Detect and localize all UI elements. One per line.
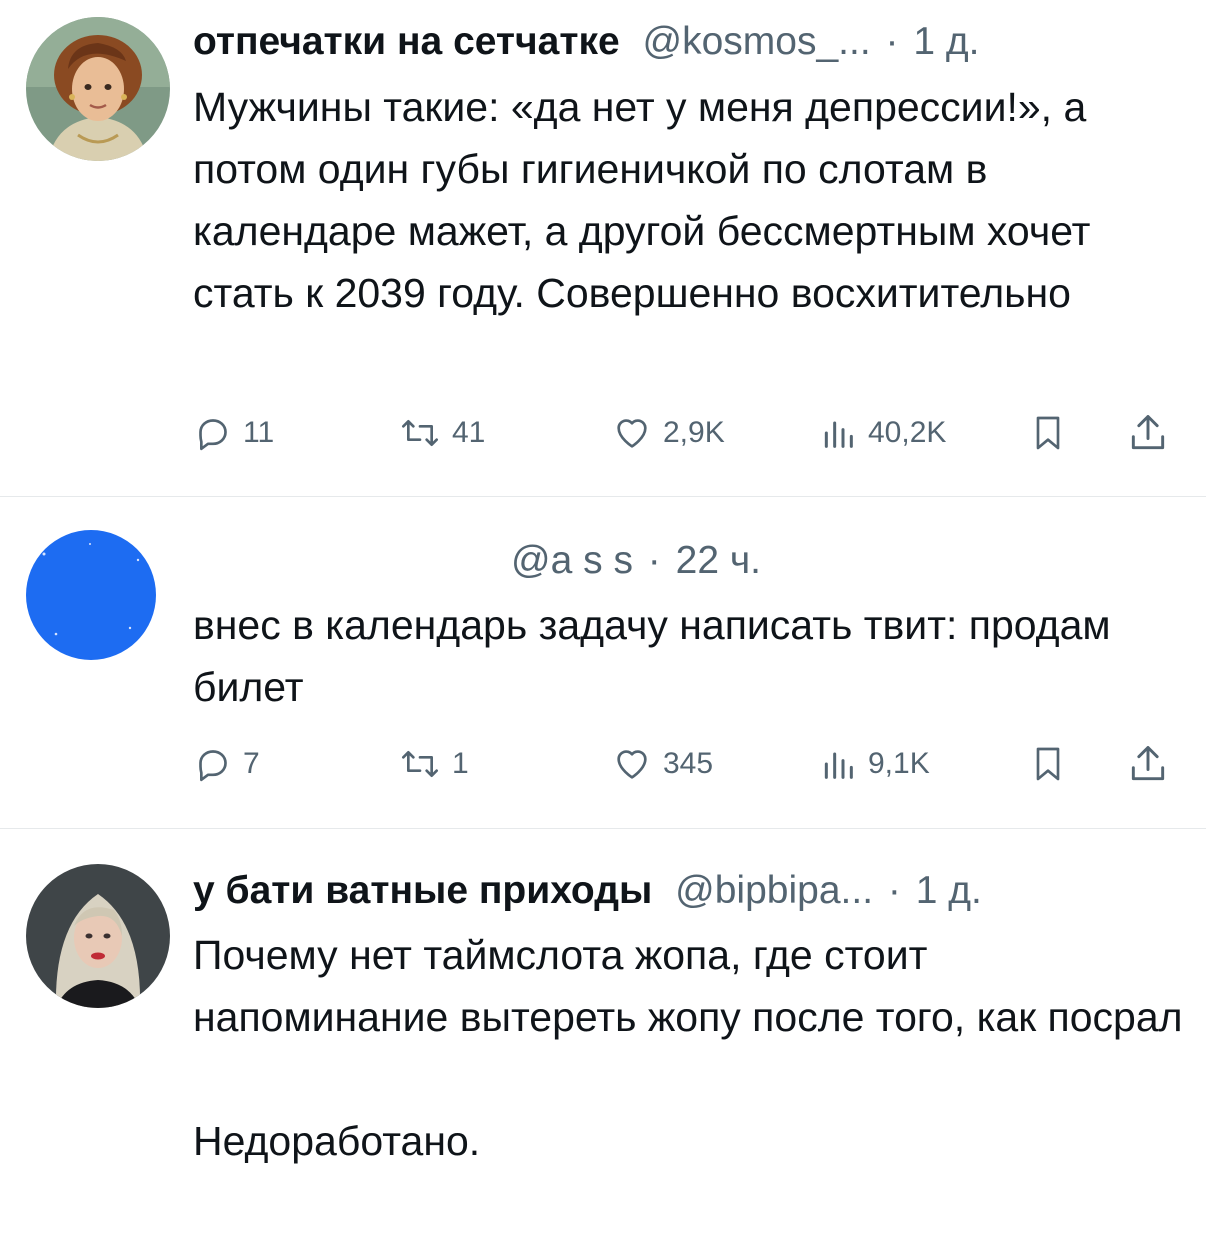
separator: ·: [885, 20, 899, 63]
share-button[interactable]: [1126, 739, 1170, 789]
avatar-photo: [26, 864, 170, 1008]
share-icon: [1131, 746, 1165, 781]
tweet-2[interactable]: @a s s · 22 ч. внес в календарь задачу н…: [0, 497, 1206, 827]
timestamp[interactable]: 1 д.: [913, 20, 979, 63]
timestamp[interactable]: 22 ч.: [676, 539, 761, 582]
reply-button[interactable]: 11: [193, 408, 274, 458]
reply-icon: [199, 419, 227, 451]
tweet-text: внес в календарь задачу написать твит: п…: [193, 594, 1183, 718]
bookmark-button[interactable]: [1028, 408, 1068, 458]
tweet-paragraph: Почему нет таймслота жопа, где стоит нап…: [193, 932, 1183, 1040]
tweet-text: Почему нет таймслота жопа, где стоит нап…: [193, 924, 1183, 1172]
bookmark-icon: [1036, 416, 1060, 450]
share-icon: [1131, 415, 1165, 450]
heart-icon: [617, 750, 647, 779]
tweet-paragraph: Мужчины такие: «да нет у меня депрессии!…: [193, 84, 1091, 316]
tweet-header: у бати ватные приходы @bipbipa... · 1 д.: [193, 868, 982, 914]
reply-count: 11: [243, 416, 275, 449]
tweet-3[interactable]: у бати ватные приходы @bipbipa... · 1 д.…: [0, 829, 1206, 1258]
tweet-header: @a s s · 22 ч.: [193, 538, 761, 584]
reply-icon: [199, 750, 227, 782]
views-icon: [824, 752, 853, 779]
separator: ·: [887, 869, 901, 912]
avatar[interactable]: [26, 530, 156, 660]
like-button[interactable]: 2,9K: [611, 408, 725, 458]
like-count: 2,9K: [663, 416, 725, 449]
avatar-image: [26, 530, 156, 660]
bookmark-button[interactable]: [1028, 739, 1068, 789]
display-name[interactable]: отпечатки на сетчатке: [193, 20, 620, 63]
retweet-button[interactable]: 41: [398, 408, 485, 458]
retweet-icon: [402, 420, 438, 446]
tweet-paragraph: Недоработано.: [193, 1118, 481, 1164]
handle[interactable]: @kosmos_...: [643, 20, 871, 63]
tweet-text: Мужчины такие: «да нет у меня депрессии!…: [193, 76, 1183, 324]
views-button[interactable]: 9,1K: [818, 739, 930, 789]
retweet-button[interactable]: 1: [398, 739, 469, 789]
action-bar: 7 1 345 9,1K: [193, 739, 1183, 789]
avatar[interactable]: [26, 864, 170, 1008]
tweet-header: отпечатки на сетчатке @kosmos_... · 1 д.: [193, 19, 980, 65]
reply-button[interactable]: 7: [193, 739, 260, 789]
views-icon: [824, 421, 853, 448]
handle[interactable]: @bipbipa...: [675, 869, 873, 912]
heart-icon: [617, 419, 647, 448]
separator: ·: [647, 539, 661, 582]
retweet-count: 41: [452, 416, 486, 449]
reply-count: 7: [243, 747, 260, 780]
retweet-count: 1: [452, 747, 469, 780]
retweet-icon: [402, 751, 438, 777]
tweet-paragraph: внес в календарь задачу написать твит: п…: [193, 602, 1111, 710]
views-count: 9,1K: [868, 747, 930, 780]
like-button[interactable]: 345: [611, 739, 713, 789]
like-count: 345: [663, 747, 714, 780]
views-count: 40,2K: [868, 416, 947, 449]
avatar-illustration: [26, 17, 170, 161]
display-name[interactable]: у бати ватные приходы: [193, 869, 652, 912]
timestamp[interactable]: 1 д.: [916, 869, 982, 912]
action-bar: 11 41 2,9K 40,2K: [193, 408, 1183, 458]
bookmark-icon: [1036, 747, 1060, 781]
tweet-1[interactable]: отпечатки на сетчатке @kosmos_... · 1 д.…: [0, 0, 1206, 496]
share-button[interactable]: [1126, 408, 1170, 458]
avatar[interactable]: [26, 17, 170, 161]
views-button[interactable]: 40,2K: [818, 408, 946, 458]
handle[interactable]: @a s s: [511, 539, 633, 582]
